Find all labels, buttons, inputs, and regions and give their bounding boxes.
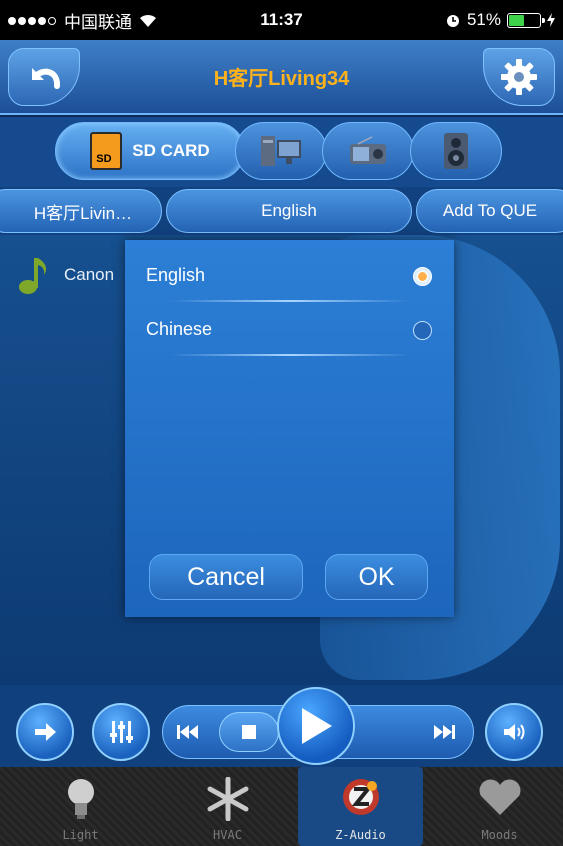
tab-label: HVAC [213, 828, 242, 842]
gear-icon [501, 59, 537, 95]
settings-button[interactable] [483, 48, 555, 106]
page-title: H客厅Living34 [213, 68, 350, 90]
track-name: Canon [64, 265, 115, 284]
carrier-name: 中国联通 [64, 12, 132, 32]
playback-controls [0, 685, 563, 767]
language-selector-button[interactable]: English [166, 189, 412, 233]
music-note-icon [19, 258, 46, 294]
source-radio[interactable] [322, 122, 414, 180]
tab-label: Moods [481, 828, 518, 842]
nav-row: H客厅Livin… English Add To QUE [0, 187, 563, 235]
previous-track-icon[interactable] [177, 723, 199, 741]
option-english[interactable]: English [125, 240, 454, 302]
pc-tower-icon [261, 136, 301, 166]
divider [170, 354, 410, 356]
add-to-queue-button[interactable]: Add To QUE [416, 189, 563, 233]
snowflake-icon [207, 777, 248, 821]
volume-icon [504, 724, 525, 740]
radio-selected-icon[interactable] [413, 267, 432, 286]
tab-label: Z-Audio [335, 828, 386, 842]
radio-unselected-icon[interactable] [413, 321, 432, 340]
heart-icon [479, 779, 520, 815]
battery-icon [507, 12, 545, 28]
stop-icon [242, 725, 256, 739]
volume-button[interactable] [485, 703, 543, 761]
tab-z-audio[interactable]: Z-Audio [298, 767, 423, 846]
sd-card-icon [90, 132, 123, 170]
room-selector-button[interactable]: H客厅Livin… [0, 189, 162, 233]
charging-icon [547, 13, 555, 27]
source-selector: SD CARD [0, 117, 563, 187]
next-track-icon[interactable] [433, 723, 455, 741]
tab-label: Light [62, 828, 99, 842]
status-bar: 中国联通 11:37 51% [0, 0, 563, 40]
equalizer-button[interactable] [92, 703, 150, 761]
tab-hvac[interactable]: HVAC [165, 767, 290, 846]
ok-button[interactable]: OK [325, 554, 428, 600]
signal-strength-icon [8, 10, 58, 30]
next-view-button[interactable] [16, 703, 74, 761]
option-label: Chinese [146, 319, 213, 339]
play-icon [302, 708, 332, 744]
stop-button[interactable] [219, 712, 279, 752]
speaker-icon [444, 133, 468, 169]
app-header: H客厅Living34 [0, 40, 563, 115]
tab-moods[interactable]: Moods [437, 767, 562, 846]
source-label: SD CARD [132, 141, 210, 160]
source-sd-card[interactable]: SD CARD [55, 122, 245, 180]
tab-light[interactable]: Light [18, 767, 143, 846]
tab-bar: Light HVAC Z-Audio Moods [0, 767, 563, 846]
arrow-right-icon [35, 723, 56, 741]
radio-icon [350, 136, 386, 164]
language-dialog: English Chinese Cancel OK [125, 240, 454, 617]
source-pc[interactable] [235, 122, 327, 180]
wifi-icon [140, 14, 156, 27]
list-item[interactable]: Canon [18, 255, 114, 295]
alarm-icon [446, 15, 459, 27]
battery-percent: 51% [466, 10, 501, 29]
option-chinese[interactable]: Chinese [125, 294, 454, 356]
cancel-button[interactable]: Cancel [149, 554, 303, 600]
option-label: English [146, 265, 206, 285]
source-speaker[interactable] [410, 122, 502, 180]
equalizer-icon [110, 721, 133, 743]
play-button[interactable] [277, 687, 355, 765]
light-bulb-icon [67, 779, 94, 819]
z-audio-icon [342, 779, 379, 815]
